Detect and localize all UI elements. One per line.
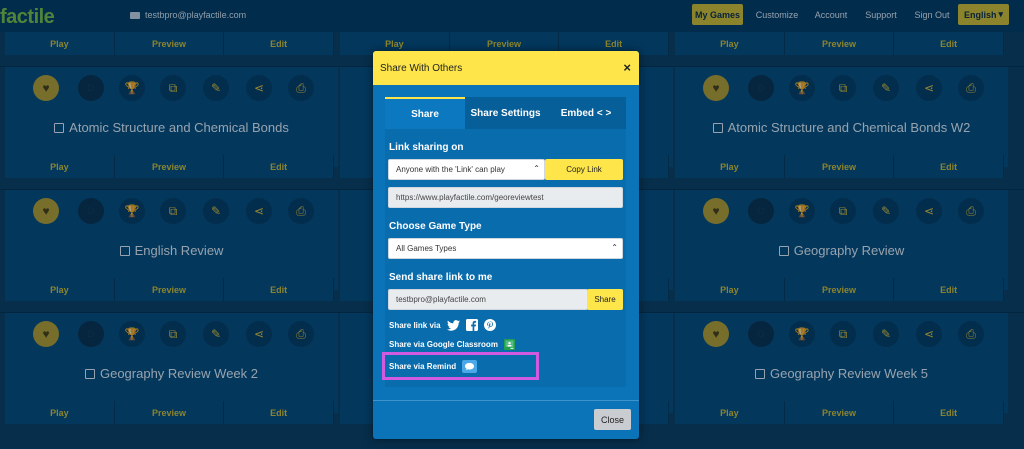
tab-share-settings[interactable]: Share Settings bbox=[465, 97, 546, 129]
send-link-heading: Send share link to me bbox=[389, 272, 493, 283]
close-button[interactable]: Close bbox=[594, 409, 631, 430]
pinterest-icon[interactable] bbox=[483, 319, 496, 331]
highlight-box bbox=[382, 352, 539, 380]
modal-header: Share With Others × bbox=[373, 51, 639, 85]
share-panel: Share Share Settings Embed < > Link shar… bbox=[385, 97, 626, 387]
send-email-field[interactable]: testbpro@playfactile.com bbox=[388, 289, 588, 310]
copy-link-button[interactable]: Copy Link bbox=[545, 159, 623, 180]
game-type-heading: Choose Game Type bbox=[389, 221, 482, 232]
send-share-button[interactable]: Share bbox=[587, 289, 623, 310]
facebook-icon[interactable] bbox=[465, 319, 478, 331]
tab-bar: Share Share Settings Embed < > bbox=[385, 97, 626, 129]
link-sharing-value: Anyone with the 'Link' can play bbox=[396, 165, 505, 174]
link-sharing-heading: Link sharing on bbox=[389, 142, 464, 153]
tab-embed[interactable]: Embed < > bbox=[546, 97, 626, 129]
share-url-field[interactable]: https://www.playfactile.com/georeviewtes… bbox=[388, 187, 623, 208]
close-icon[interactable]: × bbox=[623, 60, 631, 75]
modal-title: Share With Others bbox=[380, 62, 463, 74]
share-modal: Share With Others × Share Share Settings… bbox=[373, 51, 639, 439]
modal-footer-divider bbox=[373, 400, 639, 401]
game-type-select[interactable]: All Games Types ⌃ bbox=[388, 238, 623, 259]
share-link-via-label: Share link via bbox=[389, 320, 441, 330]
share-link-via: Share link via bbox=[389, 319, 496, 331]
tab-share[interactable]: Share bbox=[385, 97, 465, 129]
twitter-icon[interactable] bbox=[446, 319, 460, 331]
game-type-value: All Games Types bbox=[396, 244, 457, 253]
share-google-classroom[interactable]: Share via Google Classroom bbox=[389, 339, 515, 350]
chevron-down-icon: ⌃ bbox=[611, 243, 618, 252]
chevron-down-icon: ⌃ bbox=[533, 164, 540, 173]
link-sharing-select[interactable]: Anyone with the 'Link' can play ⌃ bbox=[388, 159, 545, 180]
google-classroom-icon[interactable] bbox=[503, 339, 515, 350]
share-google-label: Share via Google Classroom bbox=[389, 340, 498, 349]
